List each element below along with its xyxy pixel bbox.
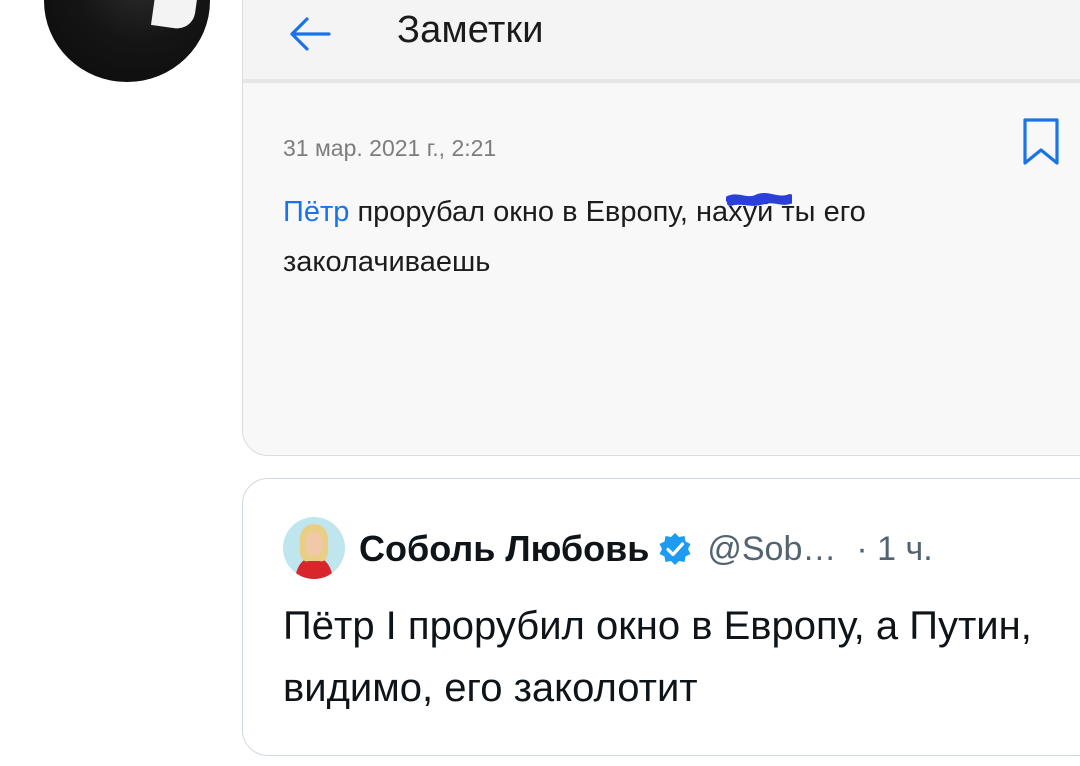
author-avatar[interactable]: [283, 517, 345, 579]
back-arrow-icon[interactable]: [283, 7, 337, 61]
author-name[interactable]: Соболь Любовь: [359, 528, 649, 570]
notes-header: Заметки: [243, 0, 1080, 83]
redacted-word: хуй: [726, 187, 793, 237]
note-body: Пётр прорубал окно в Европу, нахуй ты ег…: [283, 187, 1033, 287]
tweet-text: Пётр I прорубил окно в Европу, а Путин, …: [283, 604, 1032, 710]
scribble-redaction: [726, 193, 793, 206]
note-text-part1: прорубал окно в Европу, на: [349, 196, 729, 228]
bookmark-icon[interactable]: [1021, 117, 1061, 167]
tweet-time[interactable]: · 1 ч.: [856, 530, 932, 569]
note-date: 31 мар. 2021 г., 2:21: [283, 135, 497, 161]
quoted-tweet-card[interactable]: Соболь Любовь @Sob… · 1 ч. Пётр I проруб…: [242, 478, 1080, 756]
notes-screenshot-card[interactable]: Заметки 31 мар. 2021 г., 2:21 Пётр прору…: [242, 0, 1080, 456]
user-avatar[interactable]: [44, 0, 210, 82]
note-link-word[interactable]: Пётр: [283, 196, 349, 228]
author-handle[interactable]: @Sob…: [707, 530, 836, 569]
verified-badge-icon: [659, 533, 691, 565]
avatar-highlight: [151, 0, 199, 31]
tweet-header: Соболь Любовь @Sob… · 1 ч.: [359, 523, 933, 575]
notes-title: Заметки: [397, 9, 544, 51]
